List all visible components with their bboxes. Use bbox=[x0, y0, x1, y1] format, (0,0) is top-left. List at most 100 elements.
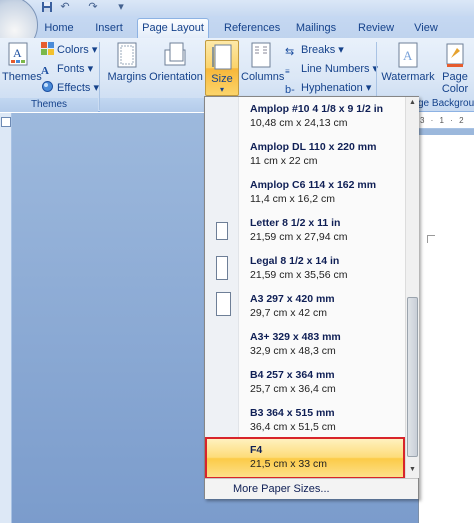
size-option-name: Amplop C6 114 x 162 mm bbox=[250, 179, 377, 191]
scroll-up-icon[interactable]: ▲ bbox=[406, 97, 419, 109]
themes-group-label: Themes bbox=[0, 98, 98, 112]
size-option-b3[interactable]: B3 364 x 515 mm 36,4 cm x 51,5 cm bbox=[205, 403, 405, 441]
orientation-button[interactable]: Orientation bbox=[148, 42, 204, 83]
effects-button[interactable]: Effects ▾ bbox=[41, 80, 99, 96]
size-option-name: B3 364 x 515 mm bbox=[250, 407, 335, 419]
breaks-icon: ⇆ bbox=[285, 46, 295, 58]
page-size-icon bbox=[216, 256, 228, 280]
line-numbers-button[interactable]: ≡ Line Numbers ▾ bbox=[285, 61, 378, 77]
save-icon[interactable] bbox=[40, 1, 54, 14]
size-option-dims: 21,59 cm x 27,94 cm bbox=[250, 231, 348, 243]
size-option-dims: 32,9 cm x 48,3 cm bbox=[250, 345, 336, 357]
menu-scrollbar[interactable]: ▲ ▼ bbox=[405, 97, 419, 478]
size-option-name: B4 257 x 364 mm bbox=[250, 369, 335, 381]
size-option-amplop-dl[interactable]: Amplop DL 110 x 220 mm 11 cm x 22 cm bbox=[205, 137, 405, 175]
size-option-amplop-10[interactable]: Amplop #10 4 1/8 x 9 1/2 in 10,48 cm x 2… bbox=[205, 99, 405, 137]
tab-review[interactable]: Review bbox=[358, 19, 394, 38]
orientation-label: Orientation bbox=[149, 71, 203, 83]
size-option-f4[interactable]: F4 21,5 cm x 33 cm bbox=[205, 437, 405, 479]
tab-selector[interactable] bbox=[1, 117, 11, 127]
page-color-label-line2: Color bbox=[441, 83, 469, 95]
size-option-dims: 25,7 cm x 36,4 cm bbox=[250, 383, 336, 395]
size-option-dims: 29,7 cm x 42 cm bbox=[250, 307, 328, 319]
ribbon-tabs: Home Insert Page Layout References Maili… bbox=[0, 0, 474, 54]
page-size-icon bbox=[216, 222, 228, 240]
undo-icon[interactable]: ↶ bbox=[58, 1, 72, 14]
size-option-name: A3 297 x 420 mm bbox=[250, 293, 335, 305]
breaks-label: Breaks bbox=[301, 44, 336, 56]
tab-insert[interactable]: Insert bbox=[94, 19, 124, 38]
fonts-icon: A bbox=[41, 65, 49, 77]
page-color-label-line1: Page bbox=[442, 71, 468, 83]
effects-label: Effects bbox=[57, 82, 91, 94]
colors-label: Colors bbox=[57, 44, 89, 56]
size-option-name: Amplop #10 4 1/8 x 9 1/2 in bbox=[250, 103, 384, 115]
vertical-ruler bbox=[0, 113, 12, 523]
tab-view[interactable]: View bbox=[414, 19, 438, 38]
themes-icon: A bbox=[8, 42, 28, 66]
size-option-name: Letter 8 1/2 x 11 in bbox=[250, 217, 341, 229]
margins-icon bbox=[117, 42, 137, 68]
scroll-down-icon[interactable]: ▼ bbox=[406, 464, 419, 476]
size-option-a3[interactable]: A3 297 x 420 mm 29,7 cm x 42 cm bbox=[205, 289, 405, 327]
document-page[interactable] bbox=[418, 135, 474, 523]
hyphenation-label: Hyphenation bbox=[301, 82, 363, 94]
page-background-group-label: ge Backgrou bbox=[418, 98, 474, 109]
scroll-thumb[interactable] bbox=[407, 297, 418, 457]
size-option-dims: 21,59 cm x 35,56 cm bbox=[250, 269, 348, 281]
size-option-dims: 36,4 cm x 51,5 cm bbox=[250, 421, 336, 433]
colors-icon bbox=[41, 42, 54, 55]
watermark-label: Watermark bbox=[381, 71, 435, 83]
line-numbers-label: Line Numbers bbox=[301, 63, 370, 75]
fonts-label: Fonts bbox=[57, 63, 85, 75]
margins-button[interactable]: Margins bbox=[107, 42, 147, 83]
themes-button[interactable]: A Themes bbox=[2, 42, 42, 83]
columns-button[interactable]: Columns bbox=[241, 42, 285, 83]
watermark-button[interactable]: A Watermark bbox=[380, 42, 436, 83]
orientation-icon bbox=[164, 42, 186, 66]
tab-references[interactable]: References bbox=[224, 19, 280, 38]
line-numbers-icon: ≡ bbox=[285, 67, 290, 76]
colors-button[interactable]: Colors ▾ bbox=[41, 42, 97, 58]
page-color-icon bbox=[446, 43, 464, 67]
size-button[interactable]: Size ▾ bbox=[205, 40, 239, 96]
size-dropdown-arrow: ▾ bbox=[219, 85, 224, 94]
quick-access-toolbar: ↶ ↷ ▾ bbox=[0, 0, 474, 16]
size-option-dims: 11,4 cm x 16,2 cm bbox=[250, 193, 336, 205]
size-dropdown-menu: Amplop #10 4 1/8 x 9 1/2 in 10,48 cm x 2… bbox=[204, 96, 419, 499]
columns-label: Columns bbox=[241, 71, 285, 83]
tab-home[interactable]: Home bbox=[44, 19, 74, 38]
size-icon bbox=[212, 44, 232, 70]
customize-icon[interactable]: ▾ bbox=[114, 1, 128, 14]
size-option-a3-plus[interactable]: A3+ 329 x 483 mm 32,9 cm x 48,3 cm bbox=[205, 327, 405, 365]
fonts-button[interactable]: A Fonts ▾ bbox=[41, 61, 93, 77]
size-option-name: A3+ 329 x 483 mm bbox=[250, 331, 341, 343]
size-option-amplop-c6[interactable]: Amplop C6 114 x 162 mm 11,4 cm x 16,2 cm bbox=[205, 175, 405, 213]
size-option-name: Legal 8 1/2 x 14 in bbox=[250, 255, 340, 267]
size-option-dims: 11 cm x 22 cm bbox=[250, 155, 318, 167]
horizontal-ruler: 3 · 1 · 2 bbox=[418, 113, 474, 129]
page-size-icon bbox=[216, 292, 231, 316]
size-option-dims: 21,5 cm x 33 cm bbox=[250, 458, 328, 470]
svg-text:A: A bbox=[13, 46, 22, 60]
more-paper-sizes-item[interactable]: More Paper Sizes... bbox=[205, 478, 418, 499]
effects-icon bbox=[42, 81, 53, 92]
breaks-button[interactable]: ⇆ Breaks ▾ bbox=[285, 42, 344, 58]
size-option-letter[interactable]: Letter 8 1/2 x 11 in 21,59 cm x 27,94 cm bbox=[205, 213, 405, 251]
redo-icon[interactable]: ↷ bbox=[86, 1, 100, 14]
size-option-name: F4 bbox=[250, 444, 263, 456]
size-label: Size bbox=[211, 73, 233, 85]
watermark-icon: A bbox=[398, 42, 418, 68]
tab-page-layout[interactable]: Page Layout bbox=[137, 18, 209, 38]
svg-text:A: A bbox=[403, 48, 413, 63]
tab-mailings[interactable]: Mailings bbox=[295, 19, 337, 38]
themes-label: Themes bbox=[2, 71, 42, 83]
margins-label: Margins bbox=[107, 71, 147, 83]
page-color-button[interactable]: Page Color bbox=[436, 42, 474, 95]
size-option-dims: 10,48 cm x 24,13 cm bbox=[250, 117, 348, 129]
hyphenation-button[interactable]: b- Hyphenation ▾ bbox=[285, 80, 371, 96]
columns-icon bbox=[251, 42, 271, 68]
size-option-legal[interactable]: Legal 8 1/2 x 14 in 21,59 cm x 35,56 cm bbox=[205, 251, 405, 289]
size-option-b4[interactable]: B4 257 x 364 mm 25,7 cm x 36,4 cm bbox=[205, 365, 405, 403]
hyphenation-icon: b- bbox=[285, 84, 295, 96]
